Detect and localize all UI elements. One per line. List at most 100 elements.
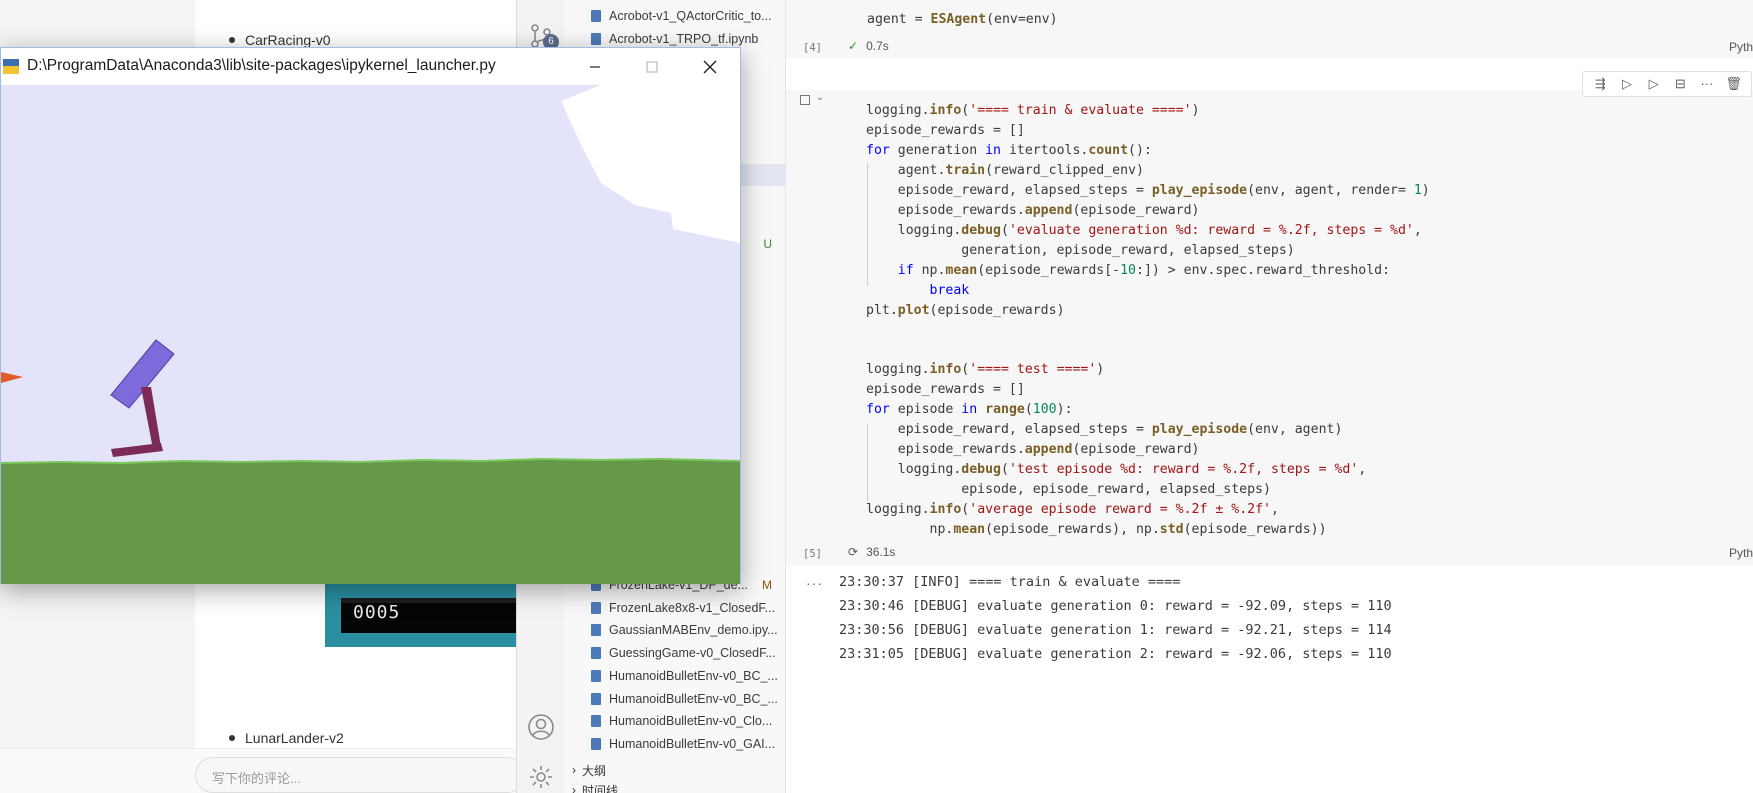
execute-above-icon[interactable]: ▷ [1618, 75, 1636, 93]
output-line: 23:31:05 [DEBUG] evaluate generation 2: … [839, 646, 1392, 662]
section-label: 大纲 [582, 763, 607, 778]
section-label: 时间线 [582, 783, 619, 793]
code-line[interactable]: episode_rewards.append(episode_reward) [866, 201, 1200, 221]
bullet-icon [229, 735, 235, 741]
execution-status: ⟳ 36.1s [848, 545, 895, 559]
code-line[interactable]: np.mean(episode_rewards), np.std(episode… [866, 520, 1327, 540]
file-name: GuessingGame-v0_ClosedF... [609, 646, 776, 660]
file-name: HumanoidBulletEnv-v0_Clo... [609, 714, 773, 729]
desktop: CarRacing-v0 0005 LunarLander-v2 写下你的评论.… [0, 0, 1753, 793]
execute-below-icon[interactable]: ▷ [1645, 75, 1663, 93]
notebook-file-icon [591, 692, 601, 705]
explorer-file-item[interactable]: GaussianMABEnv_demo.ipy... [564, 619, 786, 641]
output-line: 23:30:56 [DEBUG] evaluate generation 1: … [839, 622, 1392, 638]
code-line[interactable]: episode, episode_reward, elapsed_steps) [866, 480, 1271, 500]
explorer-file-item[interactable]: HumanoidBulletEnv-v0_GAI... [564, 733, 786, 755]
output-line: 23:30:37 [INFO] ==== train & evaluate ==… [839, 574, 1181, 590]
file-status-badge: U [763, 236, 772, 251]
minimize-icon [590, 65, 600, 68]
code-line[interactable]: episode_reward, elapsed_steps = play_epi… [866, 420, 1343, 440]
notebook-file-icon [591, 10, 601, 22]
account-icon[interactable] [527, 713, 555, 741]
more-actions-icon[interactable]: ··· [1698, 75, 1716, 93]
execution-time: 36.1s [866, 545, 896, 559]
game-thumbnail: 0005 [325, 584, 525, 647]
notebook-file-icon [591, 669, 601, 682]
notebook-file-icon [591, 601, 601, 614]
explorer-section-header[interactable]: › 大纲 [564, 760, 786, 780]
file-name: Acrobot-v1_TRPO_tf.ipynb [609, 31, 759, 46]
explorer-file-item[interactable]: FrozenLake8x8-v1_ClosedF... [564, 597, 786, 619]
code-line[interactable]: logging.info('average episode reward = %… [866, 500, 1279, 520]
code-line[interactable]: logging.debug('test episode %d: reward =… [866, 460, 1366, 480]
explorer-file-item[interactable]: HumanoidBulletEnv-v0_BC_... [564, 688, 786, 710]
file-name: Acrobot-v1_QActorCritic_to... [609, 9, 772, 23]
maximize-button[interactable] [629, 48, 675, 85]
code-line[interactable]: plt.plot(episode_rewards) [866, 301, 1065, 321]
explorer-file-item[interactable]: Acrobot-v1_QActorCritic_to... [564, 5, 786, 27]
code-line[interactable]: for generation in itertools.count(): [866, 141, 1152, 161]
code-line[interactable]: if np.mean(episode_rewards[-10:]) > env.… [866, 261, 1390, 281]
list-item: LunarLander-v2 [229, 730, 344, 746]
notebook-file-icon [591, 738, 601, 750]
notebook-editor: agent = ESAgent(env=env) [4] ✓ 0.7s Pyth… [786, 0, 1753, 793]
explorer-file-item[interactable]: HumanoidBulletEnv-v0_BC_... [564, 665, 786, 687]
comment-input[interactable]: 写下你的评论... [195, 757, 525, 793]
code-cell-4[interactable]: agent = ESAgent(env=env) [4] ✓ 0.7s Pyth [786, 0, 1753, 58]
close-button[interactable] [687, 48, 733, 85]
output-line: 23:30:46 [DEBUG] evaluate generation 0: … [839, 598, 1392, 614]
code-line[interactable]: logging.debug('evaluate generation %d: r… [866, 221, 1422, 241]
code-line[interactable]: episode_rewards = [] [866, 121, 1025, 141]
output-more-icon[interactable]: ··· [806, 575, 823, 591]
delete-cell-icon[interactable]: 🗑 [1725, 75, 1743, 93]
code-line[interactable]: agent.train(reward_clipped_env) [866, 161, 1144, 181]
minimize-button[interactable] [572, 48, 618, 85]
file-name: HumanoidBulletEnv-v0_BC_... [609, 691, 778, 706]
cell-checkbox[interactable] [800, 95, 810, 105]
execution-count: [4] [803, 42, 822, 54]
explorer-section-header[interactable]: › 时间线 [564, 780, 786, 793]
code-line[interactable]: logging.info('==== train & evaluate ====… [866, 101, 1200, 121]
bullet-icon [229, 37, 235, 43]
code-line[interactable]: episode_rewards = [] [866, 380, 1025, 400]
notebook-file-icon [591, 624, 601, 637]
list-item-label[interactable]: CarRacing-v0 [245, 32, 331, 48]
settings-gear-icon[interactable] [527, 763, 555, 791]
file-name: GaussianMABEnv_demo.ipy... [609, 623, 778, 638]
file-status-badge: M [762, 577, 772, 592]
list-item-label[interactable]: LunarLander-v2 [245, 730, 344, 746]
explorer-file-item[interactable]: HumanoidBulletEnv-v0_Clo... [564, 710, 786, 732]
notebook-file-icon [591, 647, 601, 659]
code-line[interactable]: agent = ESAgent(env=env) [867, 10, 1058, 30]
execution-count: [5] [803, 548, 822, 560]
notebook-file-icon [591, 32, 601, 45]
chevron-right-icon: › [572, 783, 576, 793]
collapse-chevron-icon[interactable]: ⌄ [816, 92, 824, 103]
cell-language[interactable]: Pyth [1729, 546, 1753, 560]
file-name: HumanoidBulletEnv-v0_BC_... [609, 668, 778, 683]
code-line[interactable]: logging.info('==== test ====') [866, 360, 1104, 380]
code-line[interactable]: for episode in range(100): [866, 400, 1073, 420]
thumbnail-score: 0005 [353, 602, 401, 623]
python-app-icon [3, 59, 19, 74]
cell-language[interactable]: Pyth [1729, 40, 1753, 54]
chevron-right-icon: › [572, 763, 576, 777]
window-title-bar[interactable]: D:\ProgramData\Anaconda3\lib\site-packag… [1, 48, 740, 85]
run-by-line-icon[interactable]: ⇶ [1591, 75, 1609, 93]
notebook-file-icon [591, 715, 601, 728]
code-line[interactable]: break [866, 281, 970, 301]
split-cell-icon[interactable]: ⊟ [1671, 75, 1689, 93]
window-title: D:\ProgramData\Anaconda3\lib\site-packag… [27, 57, 496, 74]
file-name: HumanoidBulletEnv-v0_GAI... [609, 737, 776, 751]
execution-status: ✓ 0.7s [848, 39, 889, 53]
execution-time: 0.7s [866, 39, 889, 53]
code-line[interactable]: episode_rewards.append(episode_reward) [866, 440, 1200, 460]
ground [1, 459, 740, 584]
explorer-file-item[interactable]: GuessingGame-v0_ClosedF... [564, 642, 786, 664]
code-line[interactable]: generation, episode_reward, elapsed_step… [866, 241, 1294, 261]
game-canvas[interactable] [1, 85, 740, 584]
cell-toolbar: ⇶ ▷ ▷ ⊟ ··· 🗑 [1582, 71, 1752, 97]
game-window[interactable]: D:\ProgramData\Anaconda3\lib\site-packag… [0, 47, 741, 584]
close-icon [703, 60, 717, 73]
code-line[interactable]: episode_reward, elapsed_steps = play_epi… [866, 181, 1430, 201]
